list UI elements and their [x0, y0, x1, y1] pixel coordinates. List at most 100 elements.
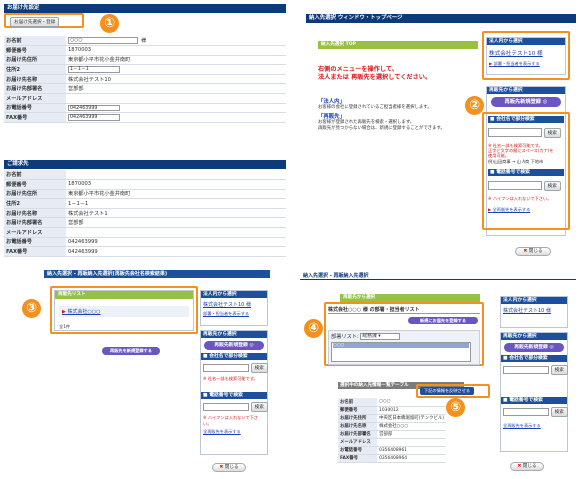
houjin-company-link-4[interactable]: 株式会社テスト10 様 — [503, 307, 565, 314]
field-label: FAX番号 — [4, 112, 66, 123]
houjin-company-link[interactable]: 株式会社テスト10 様 — [489, 49, 563, 57]
field-value-cell: 株式会社テスト1 — [66, 208, 286, 219]
search-company-label-3: 会社名で部分検索 — [209, 354, 248, 359]
phone-search-button-3[interactable]: 検索 — [250, 402, 268, 412]
show-dept-link[interactable]: ▶ 部署・担当者を表示する — [489, 61, 563, 67]
field-value-cell — [377, 438, 446, 447]
reflect-info-button[interactable]: 下記の情報を反映させる — [420, 387, 475, 395]
field-value-cell — [66, 170, 286, 181]
new-saihan-button-3[interactable]: 再販先新規登録 ◎ — [204, 341, 264, 350]
field-input[interactable]: 042463999 — [68, 104, 120, 112]
table-row: お届け先名称 株式会社テスト10 — [4, 74, 286, 85]
houjin-company-link-3[interactable]: 株式会社テスト10 様 — [203, 301, 265, 308]
sidebar-saihan-3: 再販先から選択 再販先新規登録 ◎ ■ 会社名で部分検索 検索 ※ 社名一部も検… — [200, 330, 268, 455]
table-row: 郵便番号 1870003 — [4, 45, 286, 56]
phone-search-input[interactable] — [488, 181, 542, 190]
close-button-3[interactable]: ✖ 閉じる — [212, 463, 246, 472]
field-value: 中央区日本橋堀留町(テンクビル) — [379, 416, 444, 421]
table-row: お名前 — [4, 170, 286, 181]
field-value: 営部部 — [68, 220, 84, 227]
field-label: お名前 — [4, 170, 66, 181]
delivery-settings-header: お届け先設定 — [4, 4, 286, 13]
search-phone-head-3: ■ 電話番号で検索 — [201, 392, 267, 399]
field-label: お届け先名称 — [4, 74, 66, 85]
field-value: 1870003 — [68, 47, 92, 54]
sidebar-saihan-head-3: 再販先から選択 — [201, 331, 267, 338]
show-dept-link-3[interactable]: 部署・担当者を表示する — [203, 311, 265, 317]
table-row: メールアドレス — [338, 438, 446, 447]
table-row: お届け先部署名 営部部 — [4, 217, 286, 229]
field-label: メールアドレス — [338, 438, 378, 447]
saihan-list-item-label: 株式会社○○○ — [67, 309, 101, 315]
field-value-cell: ○○○ 様 — [66, 36, 286, 47]
dept-company-title: 株式会社○○○ 様 の部署・担当者リスト — [328, 306, 480, 314]
new-saihan-label-3: 再販先新規登録 — [214, 343, 248, 348]
new-saihan-button[interactable]: 再販先新規登録 ◎ — [491, 97, 561, 107]
dept-select[interactable]: 総務課 ▾ — [360, 333, 401, 340]
add-delivery-button[interactable]: 新規にお届先を登録する — [408, 317, 478, 324]
company-search-button-4[interactable]: 検索 — [550, 365, 568, 375]
houjin-desc: お客様の会社に登録されているご担当者様を選択します。 — [318, 105, 432, 110]
billing-table: お名前 郵便番号 1870003 お届け先住所 東京都小平市花小金井南町 住所2 1－1－1… — [4, 170, 286, 257]
close-button[interactable]: ✖ 閉じる — [515, 247, 551, 256]
table-row: FAX番号 042463999 — [4, 112, 286, 123]
search-company-label: 会社名で部分検索 — [496, 117, 535, 122]
field-label: メールアドレス — [4, 227, 66, 238]
phone-search-button[interactable]: 検索 — [543, 181, 561, 191]
selected-info-table: お名前 ○○○ 郵便番号 1030012 お届け先住所 中央区日本橋堀留町(テンクビル) お… — [338, 398, 446, 463]
field-value-cell: 営部部 — [66, 217, 286, 229]
show-dept-label: 部署・担当者を表示する — [493, 61, 540, 66]
close-label-4: 閉じる — [522, 464, 537, 469]
phone-search-row-3: 検索 — [203, 402, 268, 412]
company-search-input-4[interactable] — [503, 365, 549, 374]
select-register-delivery-button[interactable]: お届け先選択・登録 — [10, 17, 60, 27]
show-all-link-4[interactable]: 全再販先を表示する — [503, 423, 565, 429]
table-row: お電話番号 042463999 — [4, 237, 286, 248]
saihan-list-item[interactable]: ▶ 株式会社○○○ — [59, 306, 189, 317]
field-label: お名前 — [4, 36, 66, 47]
field-input[interactable]: ○○○ — [68, 37, 138, 44]
search-company-head-3: ■ 会社名で部分検索 — [201, 353, 267, 360]
field-label: お届け先部署名 — [338, 430, 378, 439]
person-list-item[interactable]: ○○○ — [333, 343, 469, 348]
phone-search-input-3[interactable] — [203, 402, 249, 411]
close-button-4[interactable]: ✖ 閉じる — [510, 462, 544, 471]
field-value: 東京都小平市花小金井南町 — [68, 57, 131, 64]
field-value-cell: 0356408961 — [377, 446, 446, 455]
instruction-line-2: 法人または 再販先を選択してください。 — [318, 74, 432, 81]
field-value: 株式会社テスト1 — [68, 210, 108, 217]
table-row: FAX番号 0356408964 — [338, 454, 446, 463]
person-listbox[interactable]: ○○○ — [331, 342, 471, 362]
field-value: 1870003 — [68, 181, 92, 188]
new-saihan-button-4[interactable]: 再販先新規登録 ◎ — [504, 343, 564, 352]
field-input[interactable]: 1－1－1 — [68, 66, 120, 73]
company-search-input[interactable] — [488, 128, 542, 137]
field-label: お電話番号 — [4, 103, 66, 114]
company-search-input-3[interactable] — [203, 363, 249, 372]
phone-search-button-4[interactable]: 検索 — [550, 407, 568, 417]
company-search-button-3[interactable]: 検索 — [250, 363, 268, 373]
sidebar-houjin-3: 法人内から選択 株式会社テスト10 様 部署・担当者を表示する — [200, 290, 268, 326]
phone-note: ※ ハイフンは入れないで下さい。 — [488, 196, 552, 201]
search-phone-label-4: 電話番号で検索 — [509, 398, 543, 403]
field-label: 住所2 — [4, 64, 66, 75]
close-icon: ✖ — [517, 464, 522, 469]
field-label: お電話番号 — [338, 446, 378, 455]
field-label: FAX番号 — [4, 246, 66, 257]
field-label: お電話番号 — [4, 237, 66, 248]
sidebar-saihan-head: 再販先から選択 — [487, 87, 565, 94]
field-input[interactable]: 042463999 — [68, 114, 120, 121]
sidebar-houjin-head-4: 法人内から選択 — [501, 297, 567, 304]
phone-search-input-4[interactable] — [503, 407, 549, 416]
new-saihan-small-button[interactable]: 再販先を新規登録する — [102, 347, 160, 355]
field-value: 営部部 — [68, 86, 84, 93]
field-value: 株式会社○○○ — [379, 424, 409, 429]
step-badge-3: ③ — [22, 299, 41, 318]
saihan-list-header: 再販先リスト — [55, 291, 193, 299]
field-value: ○○○ — [379, 399, 391, 405]
company-search-button[interactable]: 検索 — [543, 128, 561, 138]
saihan-list-count: 全1件 — [59, 324, 71, 329]
show-all-link[interactable]: ▶ 全再販先を表示する — [488, 207, 564, 213]
step-badge-1: ① — [100, 14, 119, 33]
show-all-link-3[interactable]: 全再販先を表示する — [203, 429, 265, 435]
